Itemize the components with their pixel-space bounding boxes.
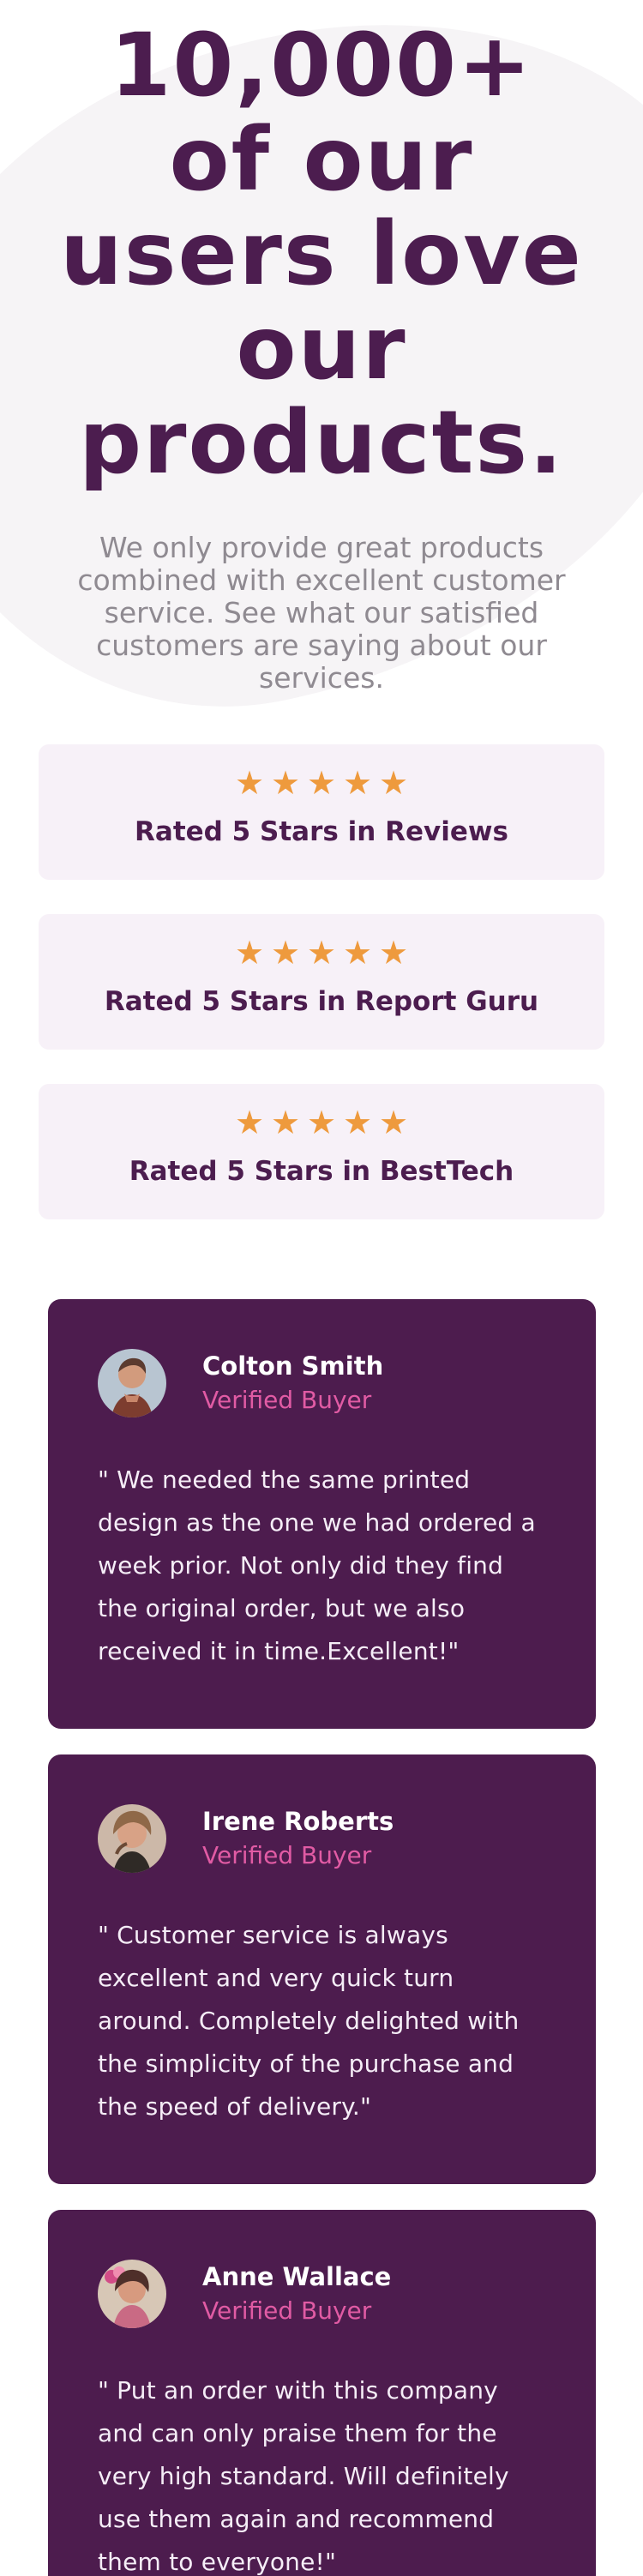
rating-stars: ★ ★ ★ ★ ★ bbox=[39, 1106, 604, 1139]
avatar bbox=[98, 1349, 166, 1417]
testimonial-card: Anne Wallace Verified Buyer " Put an ord… bbox=[48, 2210, 596, 2576]
testimonial-quote: " Customer service is always excellent a… bbox=[98, 1921, 520, 2121]
star-icon: ★ bbox=[342, 934, 373, 972]
avatar-image bbox=[98, 1349, 166, 1417]
star-icon: ★ bbox=[270, 1104, 301, 1141]
rating-label: Rated 5 Stars in Report Guru bbox=[104, 986, 539, 1017]
testimonials-section: Colton Smith Verified Buyer " We needed … bbox=[0, 1254, 643, 2576]
avatar bbox=[98, 2260, 166, 2328]
star-icon: ★ bbox=[378, 934, 409, 972]
author-name: Colton Smith bbox=[202, 1351, 384, 1381]
page: 10,000+ of our users love our products. … bbox=[0, 0, 643, 2576]
rating-stars: ★ ★ ★ ★ ★ bbox=[39, 936, 604, 969]
author-row: Irene Roberts Verified Buyer bbox=[98, 1804, 546, 1873]
ratings-section: ★ ★ ★ ★ ★ Rated 5 Stars in Reviews ★ ★ ★… bbox=[0, 695, 643, 1219]
avatar-image bbox=[98, 2260, 166, 2328]
star-icon: ★ bbox=[378, 764, 409, 802]
page-title: 10,000+ of our users love our products. bbox=[60, 15, 583, 494]
author-row: Colton Smith Verified Buyer bbox=[98, 1349, 546, 1417]
testimonial-card: Colton Smith Verified Buyer " We needed … bbox=[48, 1299, 596, 1729]
star-icon: ★ bbox=[342, 764, 373, 802]
rating-label: Rated 5 Stars in Reviews bbox=[135, 816, 508, 847]
star-icon: ★ bbox=[306, 1104, 337, 1141]
avatar bbox=[98, 1804, 166, 1873]
star-icon: ★ bbox=[234, 764, 265, 802]
author-meta: Colton Smith Verified Buyer bbox=[202, 1351, 383, 1416]
avatar-image bbox=[98, 1804, 166, 1873]
author-row: Anne Wallace Verified Buyer bbox=[98, 2260, 546, 2328]
rating-label: Rated 5 Stars in BestTech bbox=[129, 1156, 514, 1187]
author-meta: Irene Roberts Verified Buyer bbox=[202, 1806, 394, 1871]
author-role: Verified Buyer bbox=[202, 1841, 372, 1869]
star-icon: ★ bbox=[378, 1104, 409, 1141]
author-name: Anne Wallace bbox=[202, 2262, 392, 2291]
author-role: Verified Buyer bbox=[202, 1386, 372, 1414]
author-meta: Anne Wallace Verified Buyer bbox=[202, 2261, 391, 2326]
rating-stars: ★ ★ ★ ★ ★ bbox=[39, 767, 604, 799]
testimonial-quote: " Put an order with this company and can… bbox=[98, 2376, 509, 2576]
star-icon: ★ bbox=[270, 764, 301, 802]
author-role: Verified Buyer bbox=[202, 2296, 372, 2325]
rating-card-reviews: ★ ★ ★ ★ ★ Rated 5 Stars in Reviews bbox=[39, 744, 604, 880]
rating-card-report-guru: ★ ★ ★ ★ ★ Rated 5 Stars in Report Guru bbox=[39, 914, 604, 1050]
rating-card-besttech: ★ ★ ★ ★ ★ Rated 5 Stars in BestTech bbox=[39, 1084, 604, 1219]
star-icon: ★ bbox=[306, 934, 337, 972]
star-icon: ★ bbox=[234, 934, 265, 972]
star-icon: ★ bbox=[270, 934, 301, 972]
star-icon: ★ bbox=[306, 764, 337, 802]
star-icon: ★ bbox=[342, 1104, 373, 1141]
author-name: Irene Roberts bbox=[202, 1807, 394, 1836]
page-subtitle: We only provide great products combined … bbox=[77, 531, 566, 695]
star-icon: ★ bbox=[234, 1104, 265, 1141]
testimonial-card: Irene Roberts Verified Buyer " Customer … bbox=[48, 1754, 596, 2184]
testimonial-quote: " We needed the same printed design as t… bbox=[98, 1466, 536, 1665]
